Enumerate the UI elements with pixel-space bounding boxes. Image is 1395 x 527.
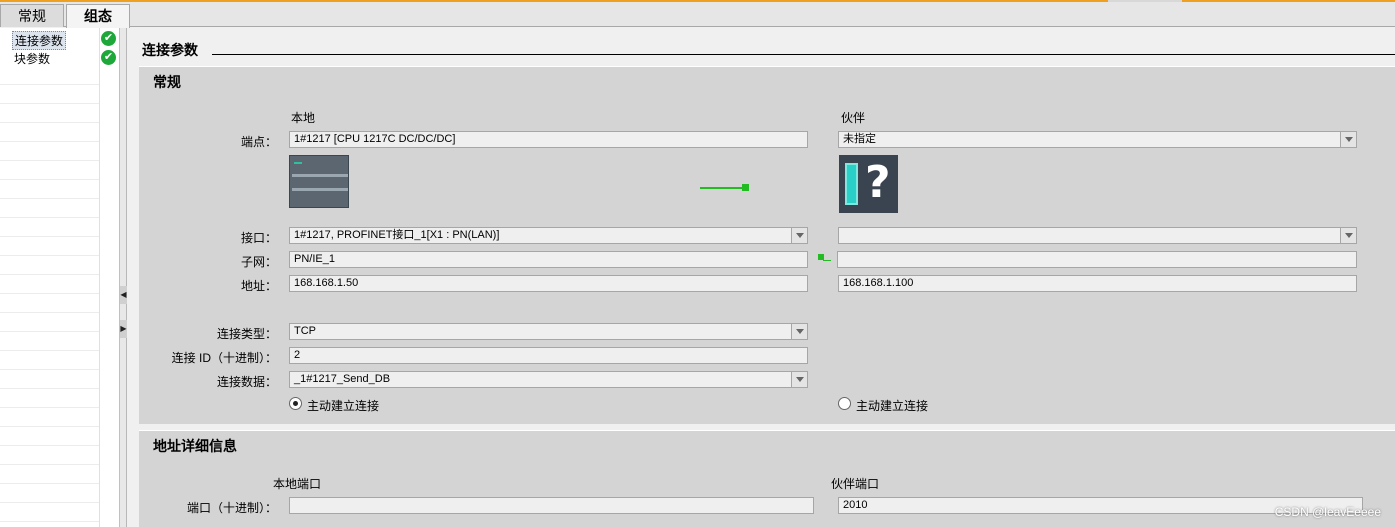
tab-configuration[interactable]: 组态 <box>66 4 130 28</box>
nav-empty-row <box>0 313 99 332</box>
endpoint-partner-select[interactable]: 未指定 <box>838 131 1357 148</box>
nav-empty-row <box>0 370 99 389</box>
arrow-left-icon[interactable]: ◀ <box>120 286 127 304</box>
local-port-column-label: 本地端口 <box>273 477 322 491</box>
title-divider <box>212 54 1395 55</box>
active-local-radio[interactable] <box>289 397 302 410</box>
cpu-strip <box>292 188 348 191</box>
nav-empty-row <box>0 85 99 104</box>
nav-item-connection-params[interactable]: 连接参数 ✔ <box>0 29 120 50</box>
nav-empty-row <box>0 218 99 237</box>
nav-empty-row <box>0 446 99 465</box>
nav-empty-row <box>0 104 99 123</box>
conn-data-value: _1#1217_Send_DB <box>294 373 391 385</box>
port-label: 端口（十进制）： <box>186 501 277 515</box>
conn-data-label: 连接数据： <box>216 375 277 389</box>
local-column-label: 本地 <box>291 111 316 125</box>
interface-local-select[interactable]: 1#1217, PROFINET接口_1[X1 : PN(LAN)] <box>289 227 808 244</box>
nav-empty-row <box>0 237 99 256</box>
cpu-led <box>294 162 302 164</box>
nav-empty-row <box>0 66 99 85</box>
nav-empty-row <box>0 161 99 180</box>
active-partner-label: 主动建立连接 <box>856 399 929 413</box>
unknown-device-bar <box>845 163 858 205</box>
interface-partner-select[interactable] <box>838 227 1357 244</box>
nav-empty-row <box>0 275 99 294</box>
address-label: 地址： <box>240 279 277 293</box>
section-title: 常规 <box>153 74 181 90</box>
nav-empty-row <box>0 427 99 446</box>
interface-local-value: 1#1217, PROFINET接口_1[X1 : PN(LAN)] <box>294 229 500 241</box>
section-title: 地址详细信息 <box>153 438 237 454</box>
subnet-label: 子网： <box>240 255 277 269</box>
local-port-input[interactable] <box>289 497 814 514</box>
subnet-link-line <box>823 260 831 261</box>
nav-item-label: 块参数 <box>14 52 51 66</box>
address-local-field: 168.168.1.50 <box>289 275 808 292</box>
nav-empty-row <box>0 142 99 161</box>
partner-port-column-label: 伙伴端口 <box>831 477 880 491</box>
endpoint-label: 端点： <box>240 135 277 149</box>
nav-empty-row <box>0 123 99 142</box>
check-circle-icon: ✔ <box>101 31 116 46</box>
connection-line <box>700 187 745 189</box>
nav-empty-row <box>0 484 99 503</box>
subnet-local-field: PN/IE_1 <box>289 251 808 268</box>
cpu-strip <box>292 174 348 177</box>
conn-type-label: 连接类型： <box>216 327 277 341</box>
connection-end-dot <box>742 184 749 191</box>
content-area: 连接参数 常规 本地 伙伴 端点： 1#1217 [CPU 1217C DC/D… <box>128 28 1395 527</box>
nav-empty-row <box>0 408 99 427</box>
chevron-down-icon[interactable] <box>791 324 807 339</box>
watermark: CSDN @leavEeeee <box>1274 505 1381 519</box>
nav-tree: 连接参数 ✔ 块参数 ✔ <box>0 28 120 527</box>
tab-bar: 常规 组态 <box>0 2 1395 28</box>
panel-splitter[interactable]: ◀ ▶ <box>120 28 127 527</box>
nav-column-divider <box>99 28 100 527</box>
nav-empty-row <box>0 294 99 313</box>
nav-item-block-params[interactable]: 块参数 ✔ <box>0 48 120 67</box>
nav-empty-row <box>0 351 99 370</box>
endpoint-partner-value: 未指定 <box>843 133 876 145</box>
general-section: 常规 本地 伙伴 端点： 1#1217 [CPU 1217C DC/DC/DC]… <box>139 66 1395 424</box>
endpoint-local-field: 1#1217 [CPU 1217C DC/DC/DC] <box>289 131 808 148</box>
chevron-down-icon[interactable] <box>1340 132 1356 147</box>
address-details-section: 地址详细信息 本地端口 伙伴端口 端口（十进制）： 2010 <box>139 430 1395 527</box>
subnet-partner-field <box>837 251 1357 268</box>
page-title: 连接参数 <box>142 42 198 58</box>
arrow-right-icon[interactable]: ▶ <box>120 320 127 338</box>
nav-empty-row <box>0 332 99 351</box>
nav-empty-row <box>0 389 99 408</box>
address-partner-field[interactable]: 168.168.1.100 <box>838 275 1357 292</box>
nav-empty-row <box>0 180 99 199</box>
nav-empty-row <box>0 199 99 218</box>
cpu-device-icon <box>289 155 349 208</box>
tab-general[interactable]: 常规 <box>0 4 64 27</box>
conn-id-label: 连接 ID（十进制）： <box>171 351 277 365</box>
conn-data-select[interactable]: _1#1217_Send_DB <box>289 371 808 388</box>
conn-type-value: TCP <box>294 325 316 337</box>
nav-empty-row <box>0 256 99 275</box>
partner-column-label: 伙伴 <box>841 111 866 125</box>
chevron-down-icon[interactable] <box>791 228 807 243</box>
nav-empty-row <box>0 503 99 522</box>
question-mark-icon: ? <box>865 157 891 208</box>
conn-type-select[interactable]: TCP <box>289 323 808 340</box>
nav-empty-row <box>0 465 99 484</box>
active-local-label: 主动建立连接 <box>307 399 380 413</box>
conn-id-input[interactable]: 2 <box>289 347 808 364</box>
unknown-device-icon: ? <box>839 155 898 213</box>
interface-label: 接口： <box>240 231 277 245</box>
active-partner-radio[interactable] <box>838 397 851 410</box>
chevron-down-icon[interactable] <box>791 372 807 387</box>
check-circle-icon: ✔ <box>101 50 116 65</box>
chevron-down-icon[interactable] <box>1340 228 1356 243</box>
